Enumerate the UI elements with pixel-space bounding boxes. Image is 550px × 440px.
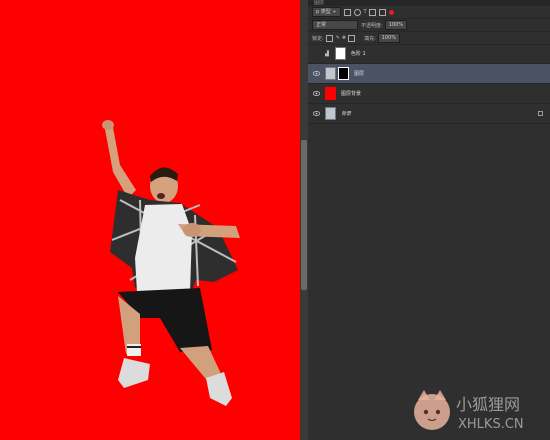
- lock-brush-icon[interactable]: ✎: [336, 35, 340, 41]
- layer-thumbnail[interactable]: [325, 107, 336, 120]
- watermark-logo: 小狐狸网 XHLKS.CN: [410, 388, 546, 436]
- lock-icon: [538, 111, 543, 116]
- watermark-en-text: XHLKS.CN: [458, 417, 524, 432]
- layer-row-color[interactable]: 图层背景: [308, 84, 550, 104]
- person-cutout-image: [102, 120, 240, 406]
- fill-label: 填充:: [364, 35, 376, 42]
- layer-name[interactable]: 图层: [354, 70, 364, 77]
- filter-toggle-icon[interactable]: [388, 9, 394, 15]
- layer-row-levels[interactable]: ▟ 色阶 1: [308, 44, 550, 64]
- eye-icon[interactable]: [311, 71, 321, 76]
- lock-transparency-icon[interactable]: [325, 34, 333, 42]
- blend-mode-dropdown[interactable]: 正常: [312, 20, 358, 30]
- filter-adjustment-icon[interactable]: [353, 8, 361, 16]
- watermark-cn-text: 小狐狸网: [456, 395, 520, 414]
- eye-icon[interactable]: [311, 111, 321, 116]
- lock-position-icon[interactable]: ✥: [342, 35, 346, 41]
- layer-name[interactable]: 色阶 1: [351, 50, 366, 57]
- eye-icon[interactable]: [311, 91, 321, 96]
- filter-kind-dropdown[interactable]: p 类型 ÷: [312, 7, 341, 17]
- filter-pixel-icon[interactable]: [343, 8, 351, 16]
- layer-mask-thumbnail[interactable]: [338, 67, 349, 80]
- lock-label: 锁定:: [312, 35, 324, 42]
- layer-name[interactable]: 图层背景: [341, 90, 361, 97]
- fill-input[interactable]: 100%: [377, 33, 401, 43]
- blend-row: 正常 不透明度: 100%: [308, 19, 550, 32]
- scrollbar-thumb[interactable]: [301, 140, 307, 290]
- layer-mask-thumbnail[interactable]: [334, 47, 346, 60]
- document-canvas[interactable]: [0, 0, 300, 440]
- layer-thumbnail[interactable]: [325, 67, 336, 80]
- filter-shape-icon[interactable]: [368, 8, 376, 16]
- levels-adjustment-icon: ▟: [325, 50, 329, 57]
- lock-all-icon[interactable]: [348, 34, 356, 42]
- opacity-input[interactable]: 100%: [384, 20, 407, 30]
- layer-row-background[interactable]: 背景: [308, 104, 550, 124]
- filter-type-icon[interactable]: T: [364, 9, 367, 15]
- layer-thumbnail[interactable]: [325, 87, 336, 100]
- filter-smart-object-icon[interactable]: [378, 8, 386, 16]
- filter-row: p 类型 ÷ T: [308, 6, 550, 19]
- layer-name[interactable]: 背景: [341, 110, 351, 117]
- layer-row-selected[interactable]: 图层: [308, 64, 550, 84]
- opacity-label: 不透明度:: [361, 22, 383, 29]
